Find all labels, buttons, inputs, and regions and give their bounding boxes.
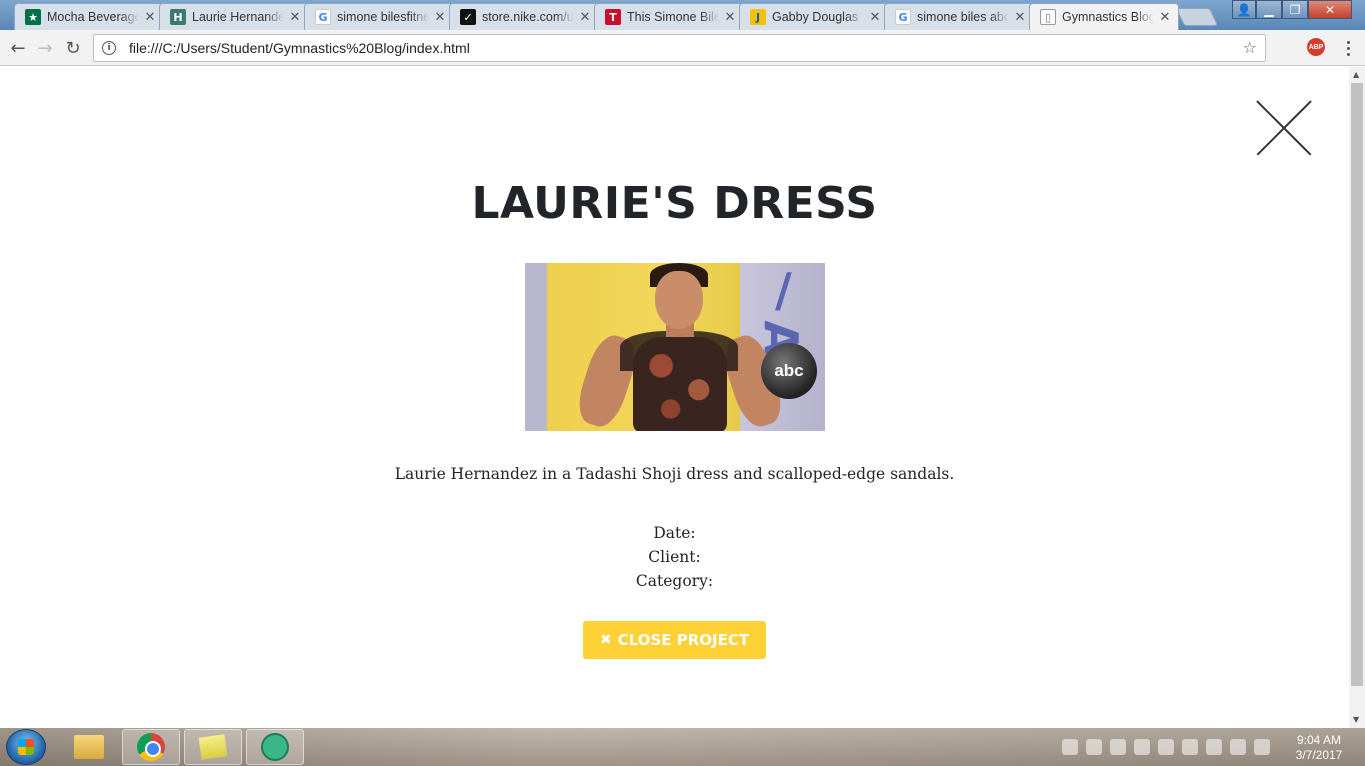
tray-device-icon[interactable] [1182,739,1198,755]
sticky-notes-icon [198,734,228,760]
page-icon: ▯ [1040,9,1056,25]
tray-security-icon[interactable] [1086,739,1102,755]
close-tab-icon[interactable]: ✕ [1013,10,1027,25]
profile-icon[interactable]: 👤 [1232,0,1256,19]
close-tab-icon[interactable]: ✕ [288,10,302,25]
scroll-up-icon[interactable]: ▲ [1353,70,1359,79]
google-icon: G [895,9,911,25]
times-icon: ✖ [599,632,612,648]
forward-button[interactable]: → [33,36,57,60]
photo-backdrop-left [525,263,547,431]
starbucks-icon: ★ [25,9,41,25]
system-clock[interactable]: 9:04 AM 3/7/2017 [1284,733,1354,763]
bookmark-star-icon[interactable]: ☆ [1243,38,1257,57]
tab-gabby-douglas[interactable]: J Gabby Douglas ✕ [739,3,889,30]
address-bar[interactable]: i file:///C:/Users/Student/Gymnastics%20… [93,34,1266,62]
category-label: Category: [635,572,714,590]
j-icon: J [750,9,766,25]
new-tab-button[interactable] [1175,8,1219,26]
client-label: Client: [648,548,701,566]
tab-gymnastics-blog[interactable]: ▯ Gymnastics Blog ✕ [1029,3,1179,30]
tab-mocha-beverages[interactable]: ★ Mocha Beverages ✕ [14,3,164,30]
close-tab-icon[interactable]: ✕ [1158,10,1172,25]
close-project-button[interactable]: ✖ CLOSE PROJECT [583,621,766,659]
volume-icon[interactable] [1206,739,1222,755]
google-icon: G [315,9,331,25]
vertical-scrollbar[interactable]: ▲ ▼ [1349,67,1365,728]
window-close-button[interactable]: ✕ [1308,0,1352,19]
tab-title: Gymnastics Blog [1062,10,1154,24]
tab-title: Gabby Douglas [772,10,859,24]
date-label: Date: [653,524,696,542]
taskbar-sticky-notes[interactable] [184,729,242,765]
folder-icon [74,735,104,759]
window-controls: 👤 ▁ ❐ ✕ [1232,0,1352,19]
tab-title: Mocha Beverages [47,10,139,24]
close-modal-icon[interactable] [1256,100,1312,156]
tray-network-app-icon[interactable] [1062,739,1078,755]
url-text: file:///C:/Users/Student/Gymnastics%20Bl… [129,40,470,56]
start-button[interactable] [6,729,46,765]
tab-title: simone biles about [917,10,1009,24]
adblock-plus-icon[interactable]: ABP [1307,38,1325,56]
h-icon: H [170,9,186,25]
backdrop-letter-shape: / [775,263,792,317]
wifi-signal-icon[interactable] [1230,739,1246,755]
photo-dress [633,337,727,431]
browser-tabstrip: ★ Mocha Beverages ✕ H Laurie Hernandez ✕… [0,0,1365,30]
close-tab-icon[interactable]: ✕ [868,10,882,25]
tab-simone-bilesfitness[interactable]: G simone bilesfitness ✕ [304,3,454,30]
taskbar-atom[interactable] [246,729,304,765]
tab-simone-biles-about[interactable]: G simone biles about ✕ [884,3,1034,30]
taskbar-chrome[interactable] [122,729,180,765]
browser-toolbar: ← → ↻ i file:///C:/Users/Student/Gymnast… [0,30,1365,66]
info-icon[interactable]: i [102,41,116,55]
tab-laurie-hernandez[interactable]: H Laurie Hernandez ✕ [159,3,309,30]
close-tab-icon[interactable]: ✕ [433,10,447,25]
tab-title: Laurie Hernandez [192,10,284,24]
laurie-dress-photo: / A abc [525,263,825,431]
abc-logo: abc [761,343,817,399]
time-icon: T [605,9,621,25]
taskbar-explorer[interactable] [60,729,118,765]
reload-button[interactable]: ↻ [61,36,85,60]
tray-update-icon[interactable] [1158,739,1174,755]
close-project-label: CLOSE PROJECT [617,631,750,649]
tab-title: simone bilesfitness [337,10,429,24]
restore-button[interactable]: ❐ [1282,0,1308,19]
scrollbar-thumb[interactable] [1351,83,1363,686]
chrome-icon [137,733,165,761]
chrome-menu-icon[interactable] [1340,36,1356,60]
close-tab-icon[interactable]: ✕ [723,10,737,25]
windows-taskbar: 9:04 AM 3/7/2017 [0,728,1365,766]
clock-time: 9:04 AM [1296,733,1342,747]
tab-title: This Simone Biles [627,10,719,24]
action-center-icon[interactable] [1254,739,1270,755]
minimize-button[interactable]: ▁ [1256,0,1282,19]
tab-title: store.nike.com/us [482,10,574,24]
nike-icon: ✓ [460,9,476,25]
project-meta: Date: Client: Category: [0,521,1349,593]
photo-face [655,271,703,329]
page-viewport: LAURIE'S DRESS / A abc Laurie Hernandez … [0,67,1349,728]
tab-this-simone-biles[interactable]: T This Simone Biles ✕ [594,3,744,30]
close-tab-icon[interactable]: ✕ [578,10,592,25]
bluetooth-icon[interactable] [1110,739,1126,755]
atom-icon [261,733,289,761]
photo-caption: Laurie Hernandez in a Tadashi Shoji dres… [394,465,955,483]
tray-display-icon[interactable] [1134,739,1150,755]
page-title: LAURIE'S DRESS [471,178,878,229]
scroll-down-icon[interactable]: ▼ [1353,715,1359,724]
clock-date: 3/7/2017 [1295,748,1343,762]
back-button[interactable]: ← [6,36,30,60]
tab-nike-store[interactable]: ✓ store.nike.com/us ✕ [449,3,599,30]
system-tray [1062,738,1270,756]
close-tab-icon[interactable]: ✕ [143,10,157,25]
